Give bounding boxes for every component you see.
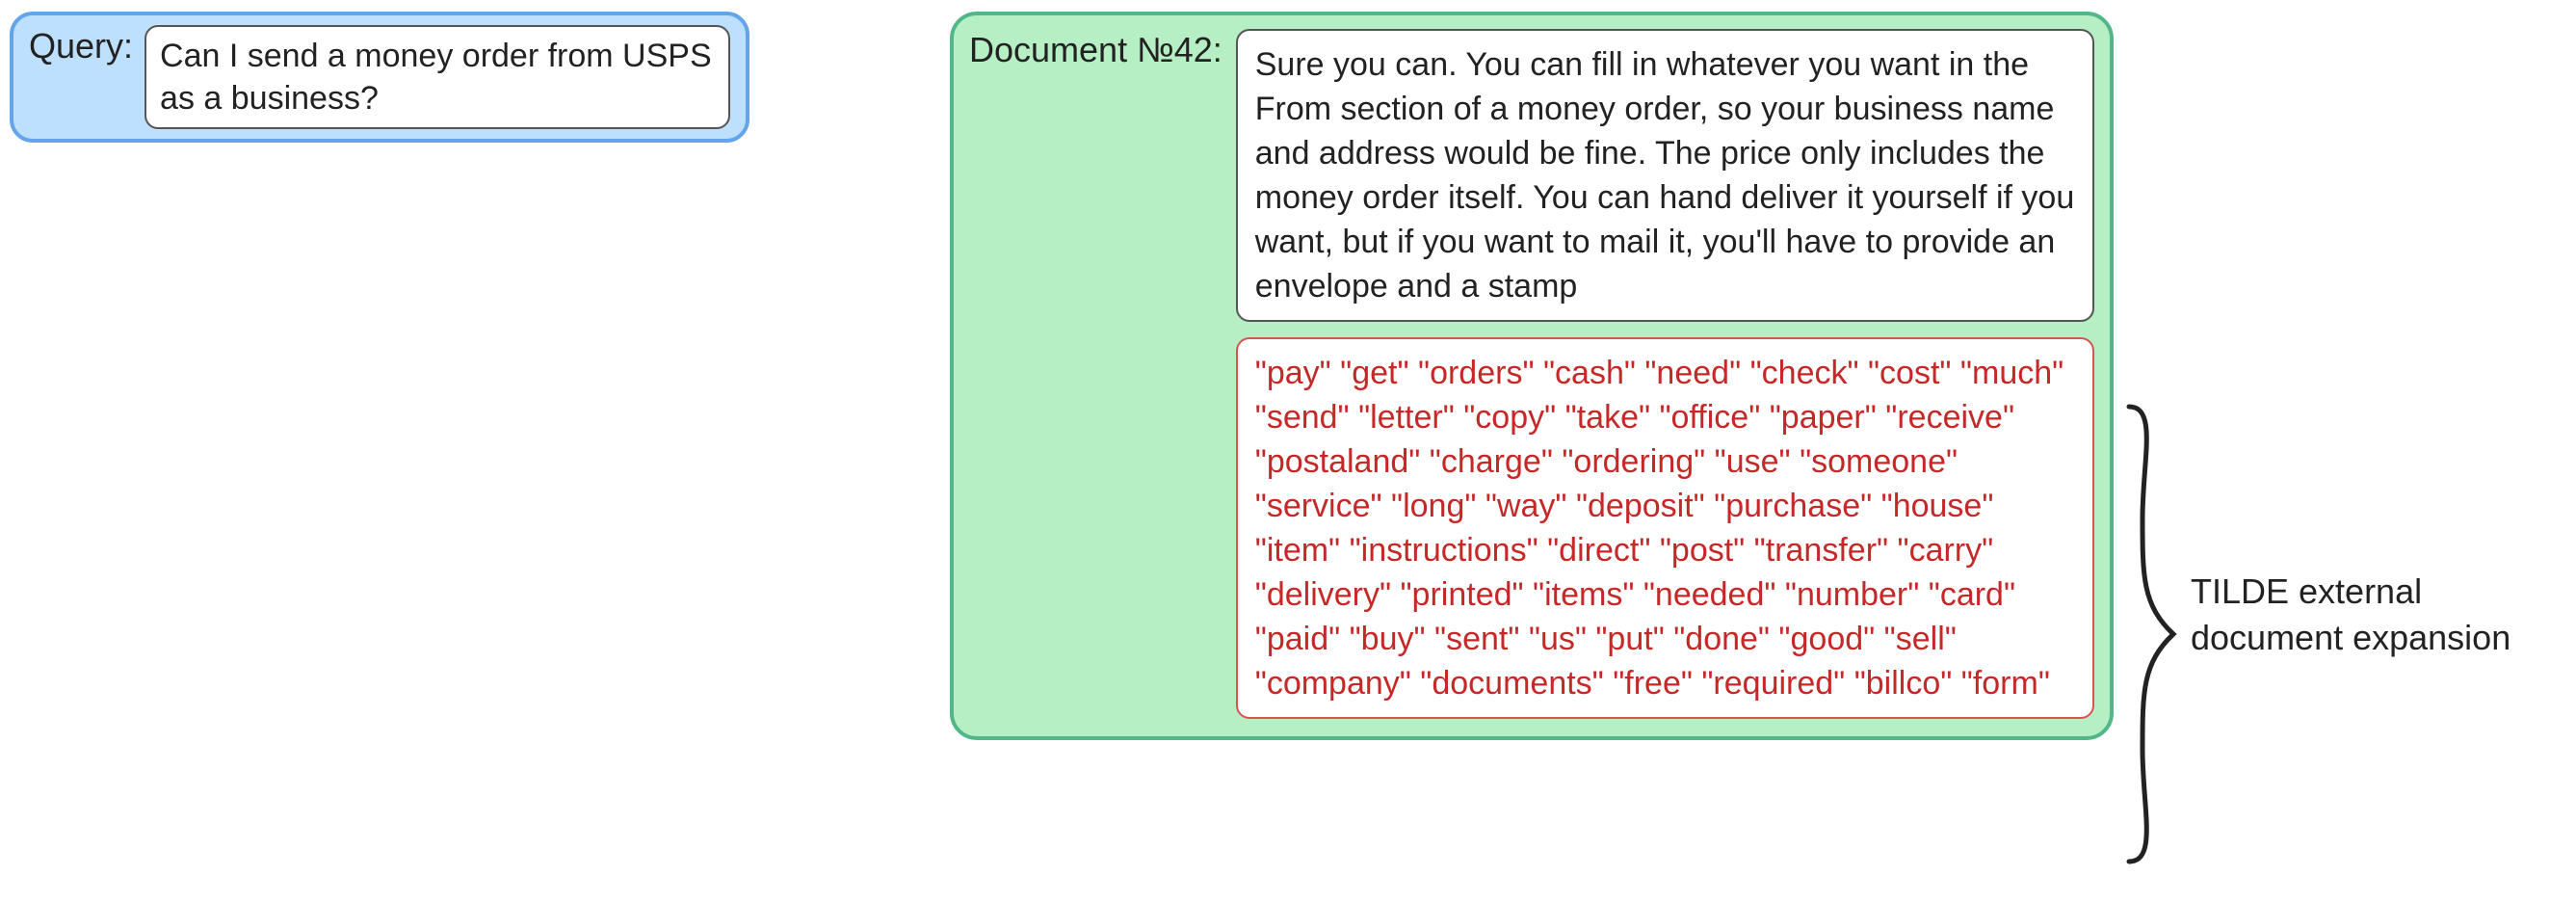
document-right-column: Sure you can. You can fill in whatever y… xyxy=(1236,29,2094,719)
expansion-terms-box: "pay" "get" "orders" "cash" "need" "chec… xyxy=(1236,337,2094,719)
query-text: Can I send a money order from USPS as a … xyxy=(145,25,730,129)
query-box: Query: Can I send a money order from USP… xyxy=(10,12,749,143)
document-label: Document №42: xyxy=(969,29,1222,71)
document-box: Document №42: Sure you can. You can fill… xyxy=(950,12,2114,740)
diagram-stage: Query: Can I send a money order from USP… xyxy=(0,0,2576,902)
query-label: Query: xyxy=(29,25,133,67)
annotation-label: TILDE external document expansion xyxy=(2191,569,2576,661)
document-text: Sure you can. You can fill in whatever y… xyxy=(1236,29,2094,322)
curly-brace-icon xyxy=(2119,403,2177,865)
